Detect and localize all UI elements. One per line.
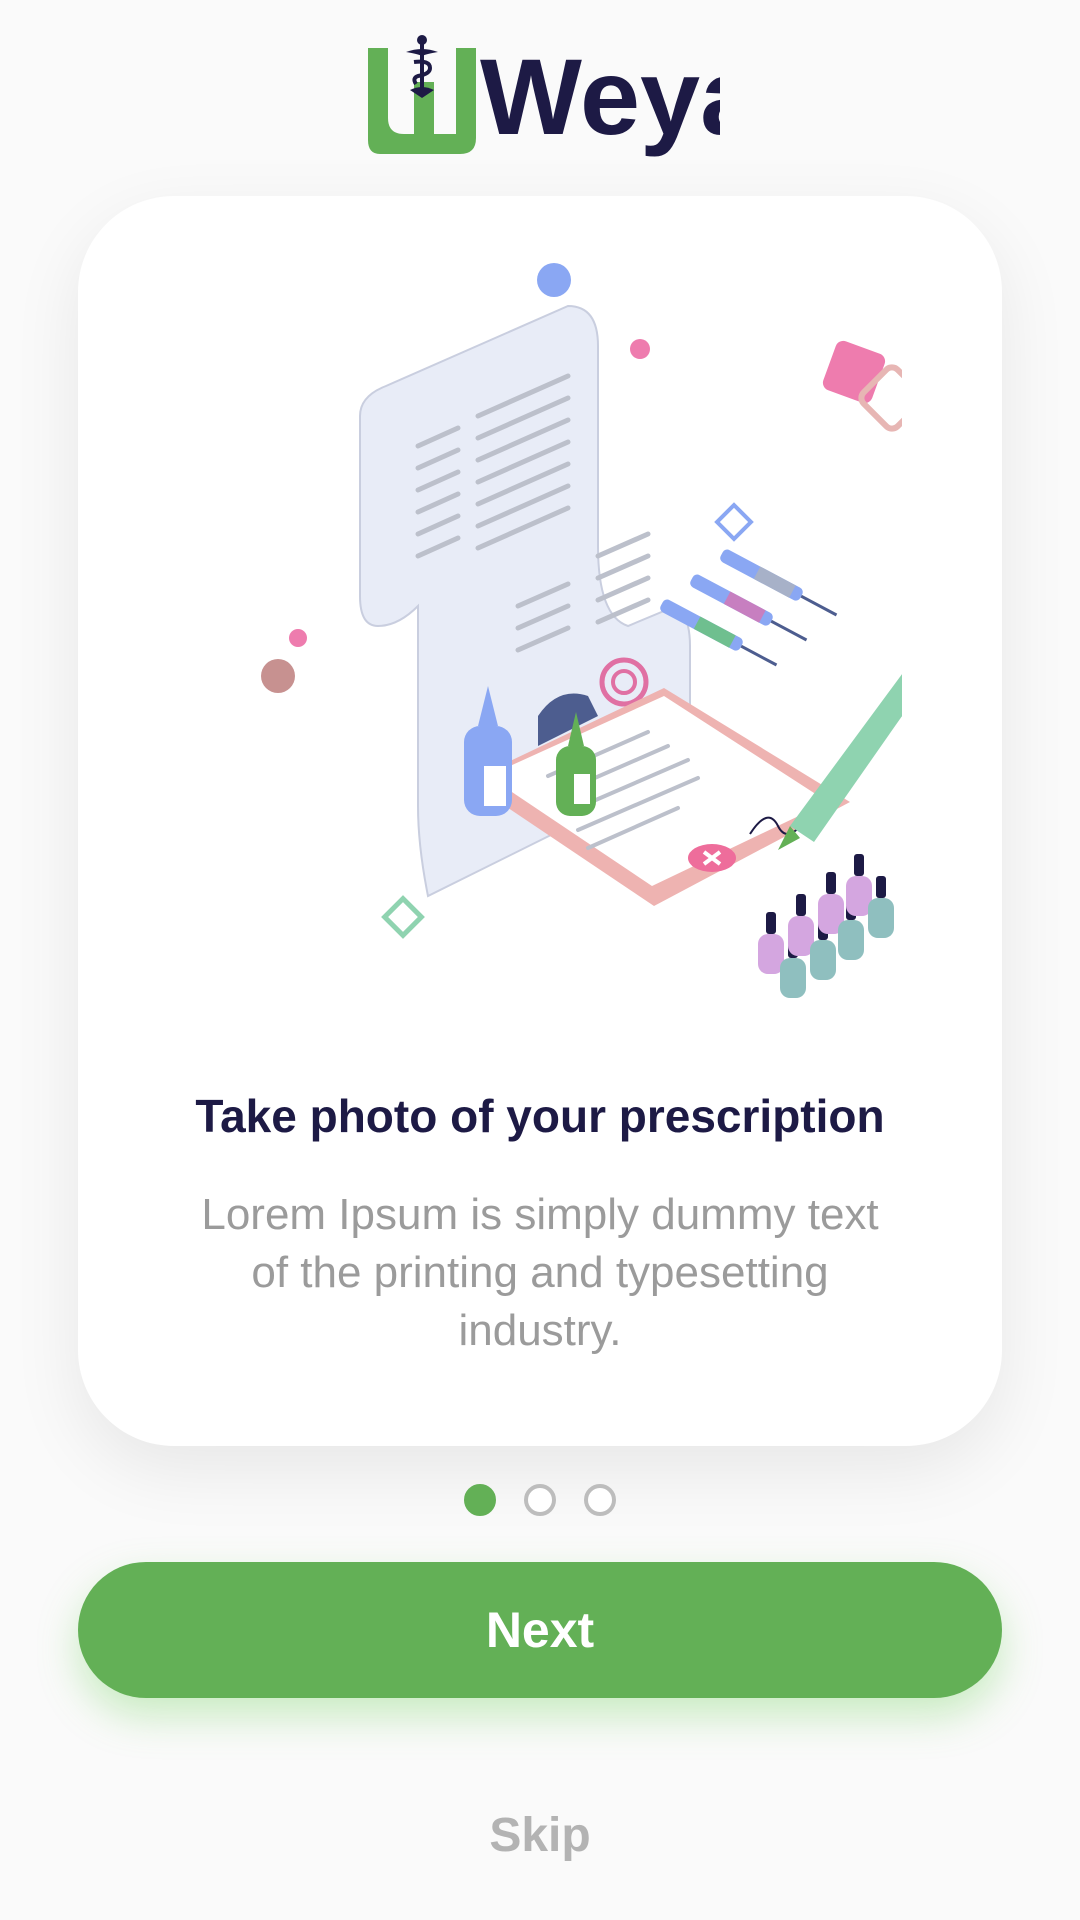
pagination-dots xyxy=(0,1484,1080,1516)
slide-title: Take photo of your prescription xyxy=(195,1090,885,1142)
onboarding-card: Take photo of your prescription Lorem Ip… xyxy=(78,196,1002,1446)
decor-square xyxy=(822,340,886,404)
next-button[interactable]: Next xyxy=(78,1562,1002,1698)
decor-dot xyxy=(289,629,307,647)
decor-dot xyxy=(630,339,650,359)
page-indicator-3[interactable] xyxy=(584,1484,616,1516)
brand-wordmark: Weyak xyxy=(480,36,720,157)
page-indicator-1-active[interactable] xyxy=(464,1484,496,1516)
next-button-label: Next xyxy=(485,1602,595,1658)
page-indicator-2[interactable] xyxy=(524,1484,556,1516)
vials-icon xyxy=(758,854,894,998)
app-logo: Weyak xyxy=(0,30,1080,160)
decor-dot xyxy=(261,659,295,693)
skip-button[interactable]: Skip xyxy=(0,1808,1080,1863)
pen-icon xyxy=(778,674,902,850)
prescription-illustration xyxy=(261,263,902,998)
weyak-logo: Weyak xyxy=(368,35,720,157)
decor-dot xyxy=(537,263,571,297)
decor-diamond xyxy=(714,502,754,542)
slide-description: Lorem Ipsum is simply dummy text of the … xyxy=(201,1190,879,1355)
decor-diamond xyxy=(381,895,425,939)
